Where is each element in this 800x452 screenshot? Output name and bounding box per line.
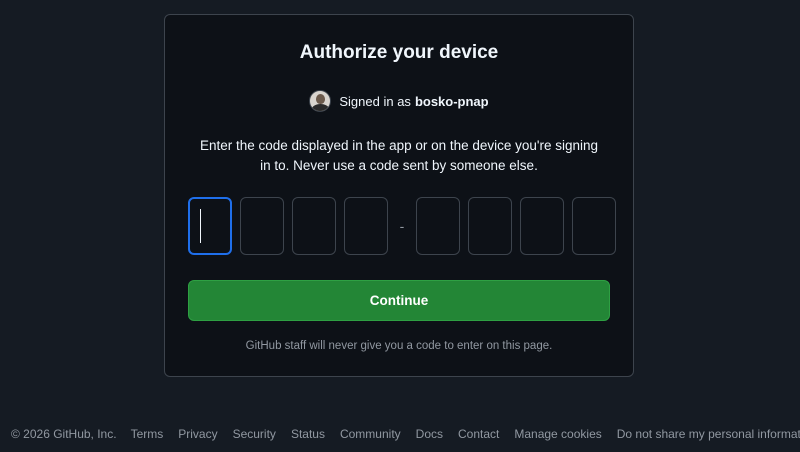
footer-link-security[interactable]: Security xyxy=(233,427,276,441)
code-digit-5[interactable] xyxy=(416,197,460,255)
text-caret xyxy=(200,209,201,243)
username: bosko-pnap xyxy=(414,93,489,109)
footer-link-contact[interactable]: Contact xyxy=(458,427,499,441)
code-separator: - xyxy=(399,218,405,234)
staff-warning-note: GitHub staff will never give you a code … xyxy=(245,340,553,352)
signed-in-row: Signed in as bosko-pnap xyxy=(165,90,633,112)
code-digit-8[interactable] xyxy=(572,197,616,255)
code-digit-1[interactable] xyxy=(188,197,232,255)
continue-button[interactable]: Continue xyxy=(188,280,610,321)
authorize-card: Authorize your device Signed in as bosko… xyxy=(164,14,634,377)
footer: © 2026 GitHub, Inc. Terms Privacy Securi… xyxy=(0,420,800,448)
footer-link-community[interactable]: Community xyxy=(340,427,401,441)
footer-link-manage-cookies[interactable]: Manage cookies xyxy=(514,427,601,441)
footer-link-privacy[interactable]: Privacy xyxy=(178,427,217,441)
code-digit-7[interactable] xyxy=(520,197,564,255)
footer-link-docs[interactable]: Docs xyxy=(416,427,443,441)
copyright-text: © 2026 GitHub, Inc. xyxy=(11,427,117,441)
signed-in-label: Signed in as xyxy=(339,93,411,109)
code-digit-3[interactable] xyxy=(292,197,336,255)
code-input-group: - xyxy=(188,197,624,255)
footer-link-status[interactable]: Status xyxy=(291,427,325,441)
code-digit-2[interactable] xyxy=(240,197,284,255)
code-digit-6[interactable] xyxy=(468,197,512,255)
footer-link-terms[interactable]: Terms xyxy=(131,427,164,441)
code-digit-4[interactable] xyxy=(344,197,388,255)
page-title: Authorize your device xyxy=(299,42,499,63)
footer-link-do-not-share[interactable]: Do not share my personal information xyxy=(617,427,800,441)
avatar xyxy=(309,90,332,112)
instructions-text: Enter the code displayed in the app or o… xyxy=(199,138,599,173)
